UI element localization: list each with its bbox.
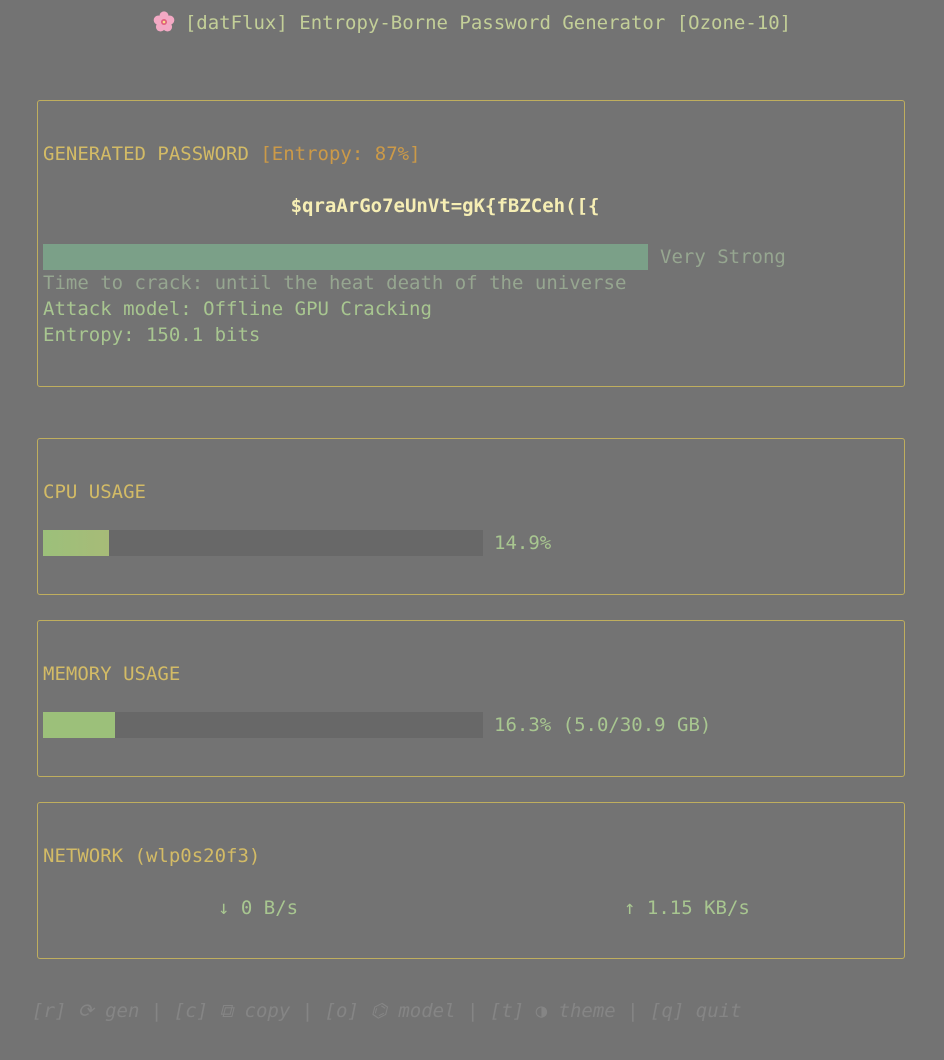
memory-panel: MEMORY USAGE 16.3% (5.0/30.9 GB) xyxy=(37,620,905,777)
strength-bar xyxy=(43,244,648,270)
app-title-bar: [datFlux] Entropy-Borne Password Generat… xyxy=(0,10,944,36)
generated-password[interactable]: $qraArGo7eUnVt=gK{fBZCeh([{ xyxy=(38,193,852,219)
download-rate: ↓ 0 B/s xyxy=(218,897,299,919)
password-panel-heading: GENERATED PASSWORD [Entropy: 87%] xyxy=(43,141,421,167)
memory-heading: MEMORY USAGE xyxy=(43,663,181,685)
entropy-bits: Entropy: 150.1 bits xyxy=(43,324,261,346)
password-heading: GENERATED PASSWORD xyxy=(43,143,249,165)
memory-usage-value: 16.3% (5.0/30.9 GB) xyxy=(494,714,712,736)
upload-rate: ↑ 1.15 KB/s xyxy=(624,897,750,919)
time-to-crack: Time to crack: until the heat death of t… xyxy=(43,272,627,294)
cpu-usage-value: 14.9% xyxy=(494,532,552,554)
network-heading: NETWORK (wlp0s20f3) xyxy=(43,845,261,867)
app-title: [datFlux] Entropy-Borne Password Generat… xyxy=(184,12,792,34)
network-panel: NETWORK (wlp0s20f3) ↓ 0 B/s ↑ 1.15 KB/s xyxy=(37,802,905,959)
memory-usage-fill xyxy=(43,712,115,738)
keybinding-hints: [r] ⟳ gen | [c] ⧉ copy | [o] ⌬ model | [… xyxy=(32,1000,742,1022)
entropy-tag: [Entropy: 87%] xyxy=(260,143,421,165)
cherry-blossom-icon xyxy=(153,11,175,33)
memory-usage-bar xyxy=(43,712,483,738)
cpu-heading: CPU USAGE xyxy=(43,481,146,503)
cpu-usage-fill xyxy=(43,530,109,556)
strength-label: Very Strong xyxy=(660,246,786,268)
attack-model: Attack model: Offline GPU Cracking xyxy=(43,298,432,320)
cpu-usage-bar xyxy=(43,530,483,556)
password-panel: GENERATED PASSWORD [Entropy: 87%] $qraAr… xyxy=(37,100,905,387)
cpu-panel: CPU USAGE 14.9% xyxy=(37,438,905,595)
